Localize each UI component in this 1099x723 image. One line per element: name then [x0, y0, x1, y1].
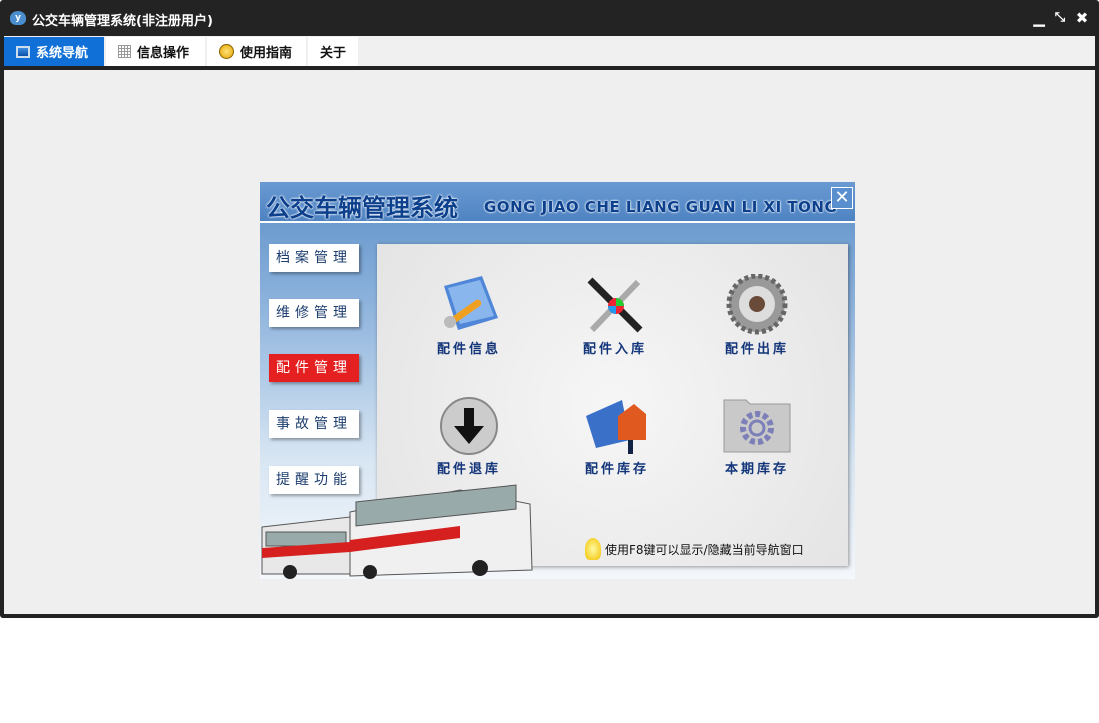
restore-button[interactable]: ⤡: [1052, 9, 1068, 27]
window-title: 公交车辆管理系统(非注册用户): [32, 14, 213, 29]
grid-icon: [118, 45, 131, 58]
close-window-button[interactable]: ✖: [1074, 9, 1090, 27]
tab-user-guide[interactable]: 使用指南: [207, 37, 306, 66]
bus-illustration: [261, 484, 533, 579]
panel-subtitle: GONG JIAO CHE LIANG GUAN LI XI TONG: [484, 198, 838, 216]
tab-label: 信息操作: [137, 46, 190, 61]
title-bar: y 公交车辆管理系统(非注册用户) ▁ ⤡ ✖: [0, 0, 1099, 36]
panel-header: 公交车辆管理系统 GONG JIAO CHE LIANG GUAN LI XI …: [260, 182, 855, 223]
tab-system-nav[interactable]: 系统导航: [4, 37, 104, 66]
item-label: 配件入库: [582, 342, 647, 357]
app-logo-icon: y: [10, 11, 26, 25]
current-stock-button[interactable]: 本期库存: [697, 396, 817, 477]
side-archive-management[interactable]: 档案管理: [269, 244, 359, 272]
folder-wrench-icon: [444, 276, 498, 330]
tab-label: 使用指南: [240, 46, 293, 61]
panel-close-button[interactable]: ✕: [831, 187, 853, 209]
f8-hint: 使用F8键可以显示/隐藏当前导航窗口: [585, 538, 804, 560]
tab-label: 关于: [320, 46, 347, 61]
parts-outbound-button[interactable]: 配件出库: [697, 274, 817, 357]
navigation-panel: 公交车辆管理系统 GONG JIAO CHE LIANG GUAN LI XI …: [260, 182, 855, 579]
parts-return-button[interactable]: 配件退库: [409, 396, 529, 477]
side-accident-management[interactable]: 事故管理: [269, 410, 359, 438]
parts-info-button[interactable]: 配件信息: [409, 274, 529, 357]
lightbulb-icon: [585, 538, 601, 560]
monitor-icon: [16, 45, 30, 58]
hint-text: 使用F8键可以显示/隐藏当前导航窗口: [605, 542, 804, 557]
minimize-button[interactable]: ▁: [1031, 9, 1047, 27]
panel-title: 公交车辆管理系统: [266, 194, 458, 222]
item-label: 本期库存: [724, 462, 789, 477]
item-label: 配件出库: [724, 342, 789, 357]
download-arrow-icon: [440, 397, 498, 455]
tools-icon: [587, 277, 643, 333]
tab-info-ops[interactable]: 信息操作: [106, 37, 205, 66]
item-label: 配件信息: [436, 342, 501, 357]
side-repair-management[interactable]: 维修管理: [269, 299, 359, 327]
tab-label: 系统导航: [36, 46, 89, 61]
gear-icon: [726, 274, 788, 335]
item-label: 配件退库: [436, 462, 501, 477]
parts-stock-button[interactable]: 配件库存: [557, 396, 677, 477]
item-label: 配件库存: [584, 462, 649, 477]
tab-bar: 系统导航 信息操作 使用指南 关于: [4, 36, 1095, 66]
book-house-icon: [586, 400, 646, 454]
parts-inbound-button[interactable]: 配件入库: [555, 274, 675, 357]
tab-about[interactable]: 关于: [308, 37, 358, 66]
help-icon: [219, 44, 234, 59]
side-parts-management[interactable]: 配件管理: [269, 354, 359, 382]
folder-gear-icon: [723, 399, 791, 453]
